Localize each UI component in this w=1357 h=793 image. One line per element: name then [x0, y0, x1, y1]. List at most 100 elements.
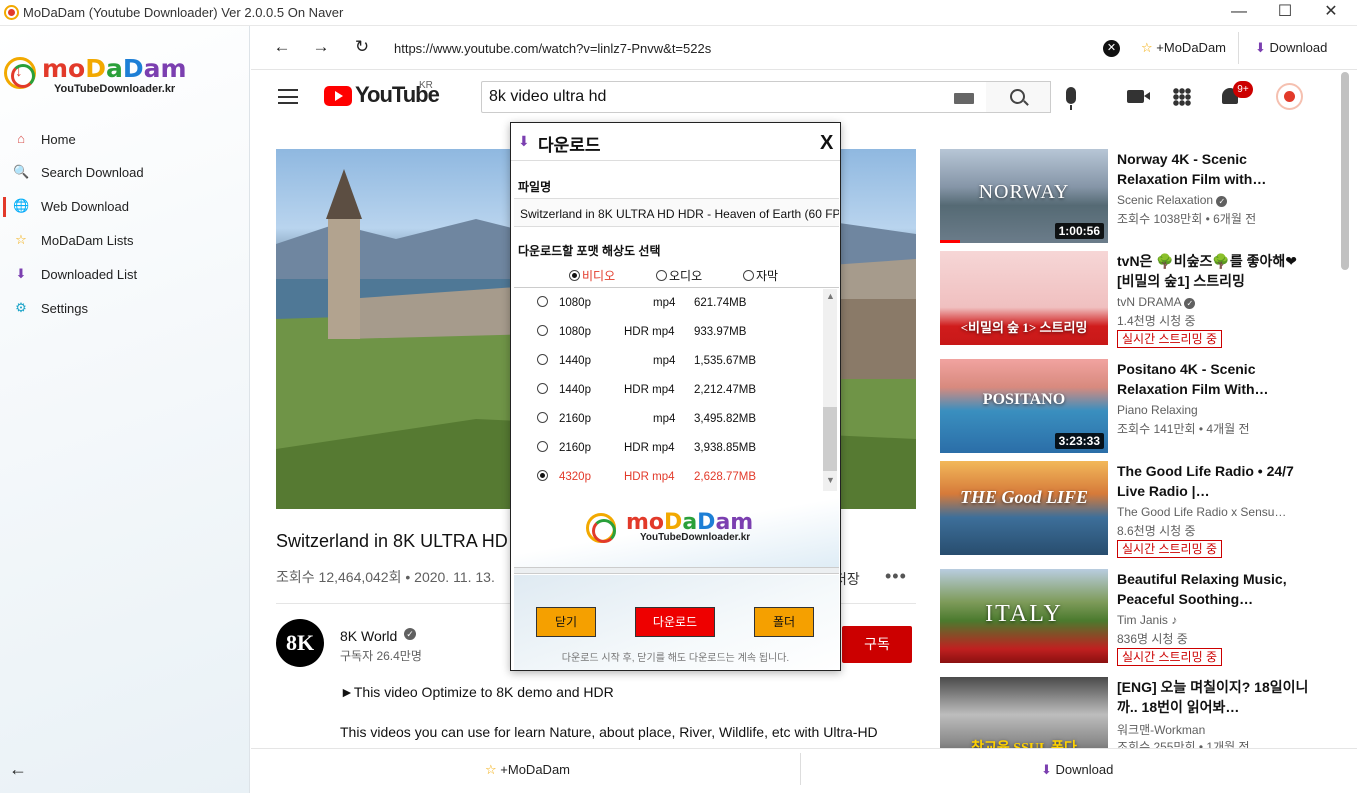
- radio-button[interactable]: [537, 470, 548, 481]
- channel-avatar[interactable]: 8K: [276, 619, 324, 667]
- resolution-row[interactable]: 2160p HDR mp4 3,938.85MB: [514, 434, 819, 463]
- resolution-row[interactable]: 4320p HDR mp4 2,628.77MB: [514, 463, 819, 491]
- radio-button[interactable]: [537, 325, 548, 336]
- recommendation-item[interactable]: <비밀의 숲 1> 스트리밍 tvN은 🌳비숲즈🌳를 좋아해❤ [비밀의 숲1] …: [940, 251, 1338, 351]
- sidebar-item-search-download[interactable]: 🔍 Search Download: [0, 159, 248, 185]
- recommendation-channel[interactable]: Scenic Relaxation ✓: [1117, 193, 1307, 207]
- gear-icon: ⚙: [15, 300, 27, 315]
- radio-button[interactable]: [569, 270, 580, 281]
- divider: [514, 287, 839, 288]
- thumbnail[interactable]: POSITANO 3:23:33: [940, 359, 1108, 453]
- apps-grid-icon[interactable]: [1173, 88, 1191, 106]
- minimize-button[interactable]: —: [1216, 0, 1262, 26]
- back-icon[interactable]: ←: [271, 37, 293, 57]
- recommendation-channel[interactable]: The Good Life Radio x Sensu…: [1117, 505, 1307, 519]
- keyboard-icon[interactable]: [954, 93, 974, 104]
- mic-icon[interactable]: [1066, 87, 1076, 110]
- radio-button[interactable]: [656, 270, 667, 281]
- dialog-separator: [514, 567, 839, 574]
- thumbnail[interactable]: THE Good LIFE: [940, 461, 1108, 555]
- resolution-row[interactable]: 1080p mp4 621.74MB: [514, 289, 819, 318]
- search-input[interactable]: 8k video ultra hd: [481, 81, 987, 113]
- url-field[interactable]: https://www.youtube.com/watch?v=linlz7-P…: [394, 41, 711, 56]
- recommendation-title[interactable]: tvN은 🌳비숲즈🌳를 좋아해❤ [비밀의 숲1] 스트리밍: [1117, 251, 1317, 291]
- radio-button[interactable]: [537, 412, 548, 423]
- back-arrow-icon[interactable]: ←: [9, 759, 27, 780]
- radio-button[interactable]: [743, 270, 754, 281]
- resolution-row[interactable]: 1080p HDR mp4 933.97MB: [514, 318, 819, 347]
- youtube-header: YouTube KR 8k video ultra hd 9+: [251, 70, 1338, 126]
- logo-wordmark: moDaDam: [42, 54, 187, 83]
- resolution-row[interactable]: 1440p HDR mp4 2,212.47MB: [514, 376, 819, 405]
- recommendation-meta: 8.6천명 시청 중: [1117, 524, 1196, 538]
- sidebar-item-web-download[interactable]: 🌐 Web Download: [0, 193, 248, 219]
- radio-button[interactable]: [537, 383, 548, 394]
- sidebar-item-downloaded-list[interactable]: ⬇ Downloaded List: [0, 261, 248, 287]
- thumbnail[interactable]: <비밀의 숲 1> 스트리밍: [940, 251, 1108, 345]
- youtube-play-icon[interactable]: [324, 86, 352, 106]
- dialog-folder-button[interactable]: 폴더: [754, 607, 814, 637]
- channel-name[interactable]: 8K World: [340, 628, 397, 644]
- scroll-down-icon[interactable]: ▼: [826, 475, 835, 485]
- download-button[interactable]: ⬇ Download: [1255, 40, 1327, 56]
- resolution-list[interactable]: 1080p mp4 621.74MB 1080p HDR mp4 933.97MB 1440…: [514, 289, 839, 491]
- filename-value: Switzerland in 8K ULTRA HD HDR - Heaven …: [520, 207, 839, 221]
- recommendation-item[interactable]: ITALY Beautiful Relaxing Music, Peaceful …: [940, 569, 1338, 669]
- recommendation-channel[interactable]: tvN DRAMA ✓: [1117, 295, 1307, 309]
- dialog-close-button[interactable]: X: [820, 132, 833, 155]
- radio-button[interactable]: [537, 441, 548, 452]
- menu-icon[interactable]: [278, 89, 298, 104]
- filename-field[interactable]: Switzerland in 8K ULTRA HD HDR - Heaven …: [514, 198, 839, 227]
- recommendation-title[interactable]: [ENG] 오늘 며칠이지? 18일이니까.. 18번이 읽어봐…: [1117, 677, 1317, 717]
- scrollbar-thumb[interactable]: [1341, 72, 1349, 270]
- thumbnail[interactable]: 참교육 SSUL 폭다: [940, 677, 1108, 748]
- recommendation-item[interactable]: 참교육 SSUL 폭다 [ENG] 오늘 며칠이지? 18일이니까.. 18번이 …: [940, 677, 1338, 748]
- dialog-download-button[interactable]: 다운로드: [635, 607, 715, 637]
- star-icon: ☆: [15, 232, 27, 247]
- resolution-label: 1440p: [559, 355, 591, 367]
- recommendation-title[interactable]: The Good Life Radio • 24/7 Live Radio |…: [1117, 461, 1317, 501]
- sidebar-item-settings[interactable]: ⚙ Settings: [0, 295, 248, 321]
- recommendation-channel[interactable]: 워크맨-Workman: [1117, 721, 1307, 738]
- thumbnail[interactable]: NORWAY 1:00:56: [940, 149, 1108, 243]
- resolution-row[interactable]: 2160p mp4 3,495.82MB: [514, 405, 819, 434]
- filename-label: 파일명: [518, 180, 552, 194]
- format-option-2[interactable]: 자막: [743, 267, 778, 284]
- recommendation-channel[interactable]: Piano Relaxing: [1117, 403, 1307, 417]
- format-option-0[interactable]: 비디오: [569, 267, 615, 284]
- dialog-close-action-button[interactable]: 닫기: [536, 607, 596, 637]
- maximize-button[interactable]: ☐: [1262, 0, 1308, 26]
- thumbnail[interactable]: ITALY: [940, 569, 1108, 663]
- toolbar-divider: [1238, 32, 1239, 64]
- recommendation-item[interactable]: NORWAY 1:00:56 Norway 4K - Scenic Relaxati…: [940, 149, 1338, 249]
- close-window-button[interactable]: ✕: [1308, 0, 1354, 26]
- format-option-1[interactable]: 오디오: [656, 267, 702, 284]
- more-options-icon[interactable]: •••: [885, 566, 907, 587]
- sidebar-item-home[interactable]: ⌂ Home: [0, 126, 248, 152]
- radio-button[interactable]: [537, 354, 548, 365]
- recommendation-item[interactable]: THE Good LIFE The Good Life Radio • 24/7 …: [940, 461, 1338, 561]
- recommendation-channel[interactable]: Tim Janis ♪: [1117, 613, 1307, 627]
- bottom-add-modadam-button[interactable]: ☆ +MoDaDam: [485, 762, 570, 778]
- recommendation-title[interactable]: Positano 4K - Scenic Relaxation Film Wit…: [1117, 359, 1317, 399]
- subscribe-button[interactable]: 구독: [842, 626, 912, 663]
- forward-icon[interactable]: →: [310, 37, 332, 57]
- recommendation-item[interactable]: POSITANO 3:23:33 Positano 4K - Scenic Rela…: [940, 359, 1338, 459]
- sidebar-item-modadam-lists[interactable]: ☆ MoDaDam Lists: [0, 227, 248, 253]
- clear-url-icon[interactable]: ✕: [1103, 40, 1120, 57]
- create-video-icon[interactable]: [1127, 90, 1150, 103]
- scroll-up-icon[interactable]: ▲: [826, 291, 835, 301]
- recommendation-title[interactable]: Beautiful Relaxing Music, Peaceful Sooth…: [1117, 569, 1317, 609]
- reload-icon[interactable]: ↻: [351, 37, 373, 57]
- resolution-row[interactable]: 1440p mp4 1,535.67MB: [514, 347, 819, 376]
- avatar[interactable]: [1276, 83, 1303, 110]
- search-button[interactable]: [986, 81, 1051, 113]
- add-modadam-button[interactable]: ☆ +MoDaDam: [1141, 40, 1226, 56]
- video-title: Switzerland in 8K ULTRA HD H: [276, 531, 508, 551]
- bottom-download-button[interactable]: ⬇ Download: [1041, 762, 1113, 778]
- recommendation-title[interactable]: Norway 4K - Scenic Relaxation Film with…: [1117, 149, 1317, 189]
- list-scrollbar-thumb[interactable]: [823, 407, 837, 471]
- sidebar-item-label: Settings: [41, 301, 88, 316]
- window-title: MoDaDam (Youtube Downloader) Ver 2.0.0.5…: [23, 5, 344, 20]
- radio-button[interactable]: [537, 296, 548, 307]
